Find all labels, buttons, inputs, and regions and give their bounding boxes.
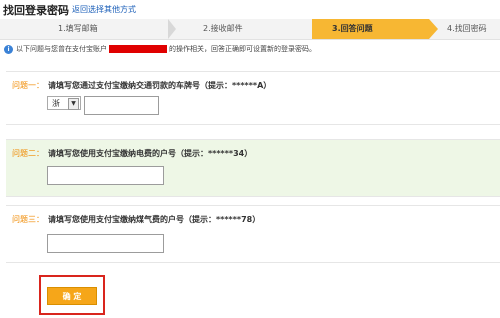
redacted-account [109, 45, 167, 53]
step-2: 2.接收邮件 [203, 24, 243, 33]
question-2-label: 问题二： [12, 149, 44, 158]
progress-steps: 1.填写邮箱 2.接收邮件 3.回答问题 4.找回密码 [0, 19, 500, 40]
question-1-label: 问题一： [12, 81, 44, 90]
notice-text-after: 的操作相关，回答正确即可设置新的登录密码。 [169, 45, 316, 53]
confirm-button[interactable]: 确 定 [47, 287, 97, 305]
question-2-text: 请填写您使用支付宝缴纳电费的户号（提示：******34） [48, 149, 253, 158]
question-2-input[interactable] [47, 166, 164, 185]
question-3-input[interactable] [47, 234, 164, 253]
plate-province-select[interactable]: 浙 ▼ [47, 96, 81, 110]
notice-text-before: 以下问题与您曾在支付宝账户 [16, 45, 107, 53]
info-icon: i [4, 44, 13, 54]
question-3-label: 问题三： [12, 215, 44, 224]
step-3-active: 3.回答问题 [312, 19, 429, 39]
plate-province-value: 浙 [52, 99, 60, 108]
header: 找回登录密码 返回选择其他方式 [0, 0, 500, 18]
question-3-box: 问题三： 请填写您使用支付宝缴纳煤气费的户号（提示：******78） [6, 205, 500, 263]
question-1-box: 问题一： 请填写您通过支付宝缴纳交通罚款的车牌号（提示：******A） 浙 ▼ [6, 71, 500, 125]
question-1-text: 请填写您通过支付宝缴纳交通罚款的车牌号（提示：******A） [48, 81, 272, 90]
step-4: 4.找回密码 [447, 24, 487, 33]
confirm-highlight: 确 定 [39, 275, 105, 315]
notice: i 以下问题与您曾在支付宝账户 的操作相关，回答正确即可设置新的登录密码。 [4, 44, 316, 54]
step-separator [168, 19, 176, 39]
active-step-arrow [429, 19, 438, 39]
step-1: 1.填写邮箱 [58, 24, 98, 33]
question-2-box: 问题二： 请填写您使用支付宝缴纳电费的户号（提示：******34） [6, 139, 500, 197]
chevron-down-icon[interactable]: ▼ [68, 98, 79, 110]
back-to-options-link[interactable]: 返回选择其他方式 [72, 4, 136, 15]
question-3-text: 请填写您使用支付宝缴纳煤气费的户号（提示：******78） [48, 215, 261, 224]
page-title: 找回登录密码 [3, 4, 69, 17]
question-1-input[interactable] [84, 96, 159, 115]
